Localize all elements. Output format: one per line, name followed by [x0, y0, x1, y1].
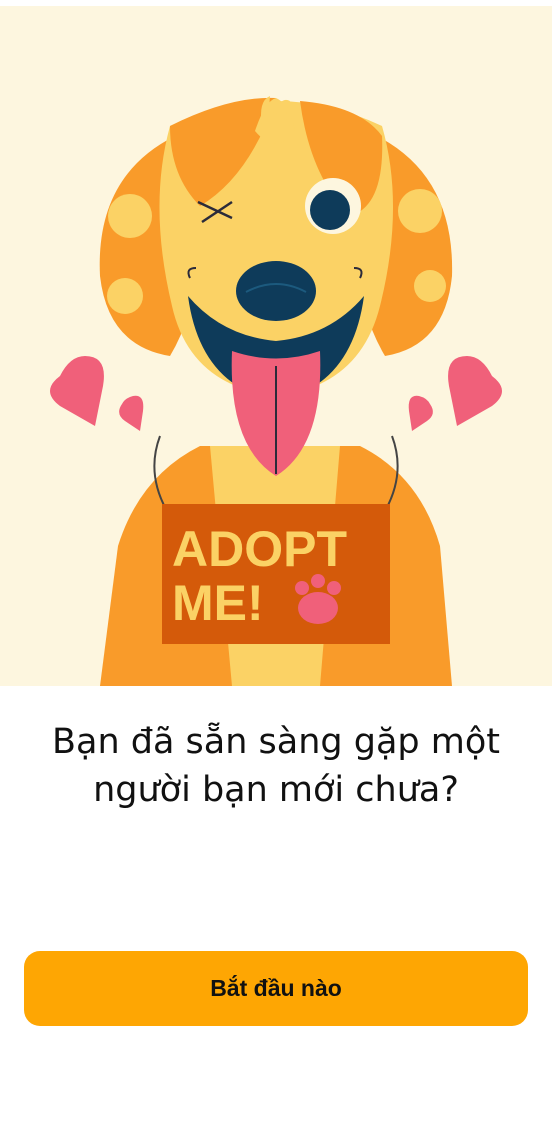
headline-line-1: Bạn đã sẵn sàng gặp một — [52, 722, 500, 762]
headline-line-2: người bạn mới chưa? — [93, 770, 459, 810]
paw-icon — [295, 574, 341, 624]
start-button[interactable]: Bắt đầu nào — [24, 951, 528, 1026]
hero-illustration: ADOPT ME! — [0, 6, 552, 686]
sign-line-1: ADOPT — [172, 521, 347, 577]
heart-right-big — [448, 356, 502, 426]
sign-line-2: ME! — [172, 575, 264, 631]
page-title: Bạn đã sẵn sàng gặp một người bạn mới ch… — [0, 718, 552, 814]
heart-left-small — [119, 395, 144, 431]
heart-left-big — [50, 356, 104, 426]
adopt-sign: ADOPT ME! — [162, 504, 390, 644]
heart-right-small — [408, 395, 433, 431]
start-button-label: Bắt đầu nào — [210, 975, 342, 1001]
